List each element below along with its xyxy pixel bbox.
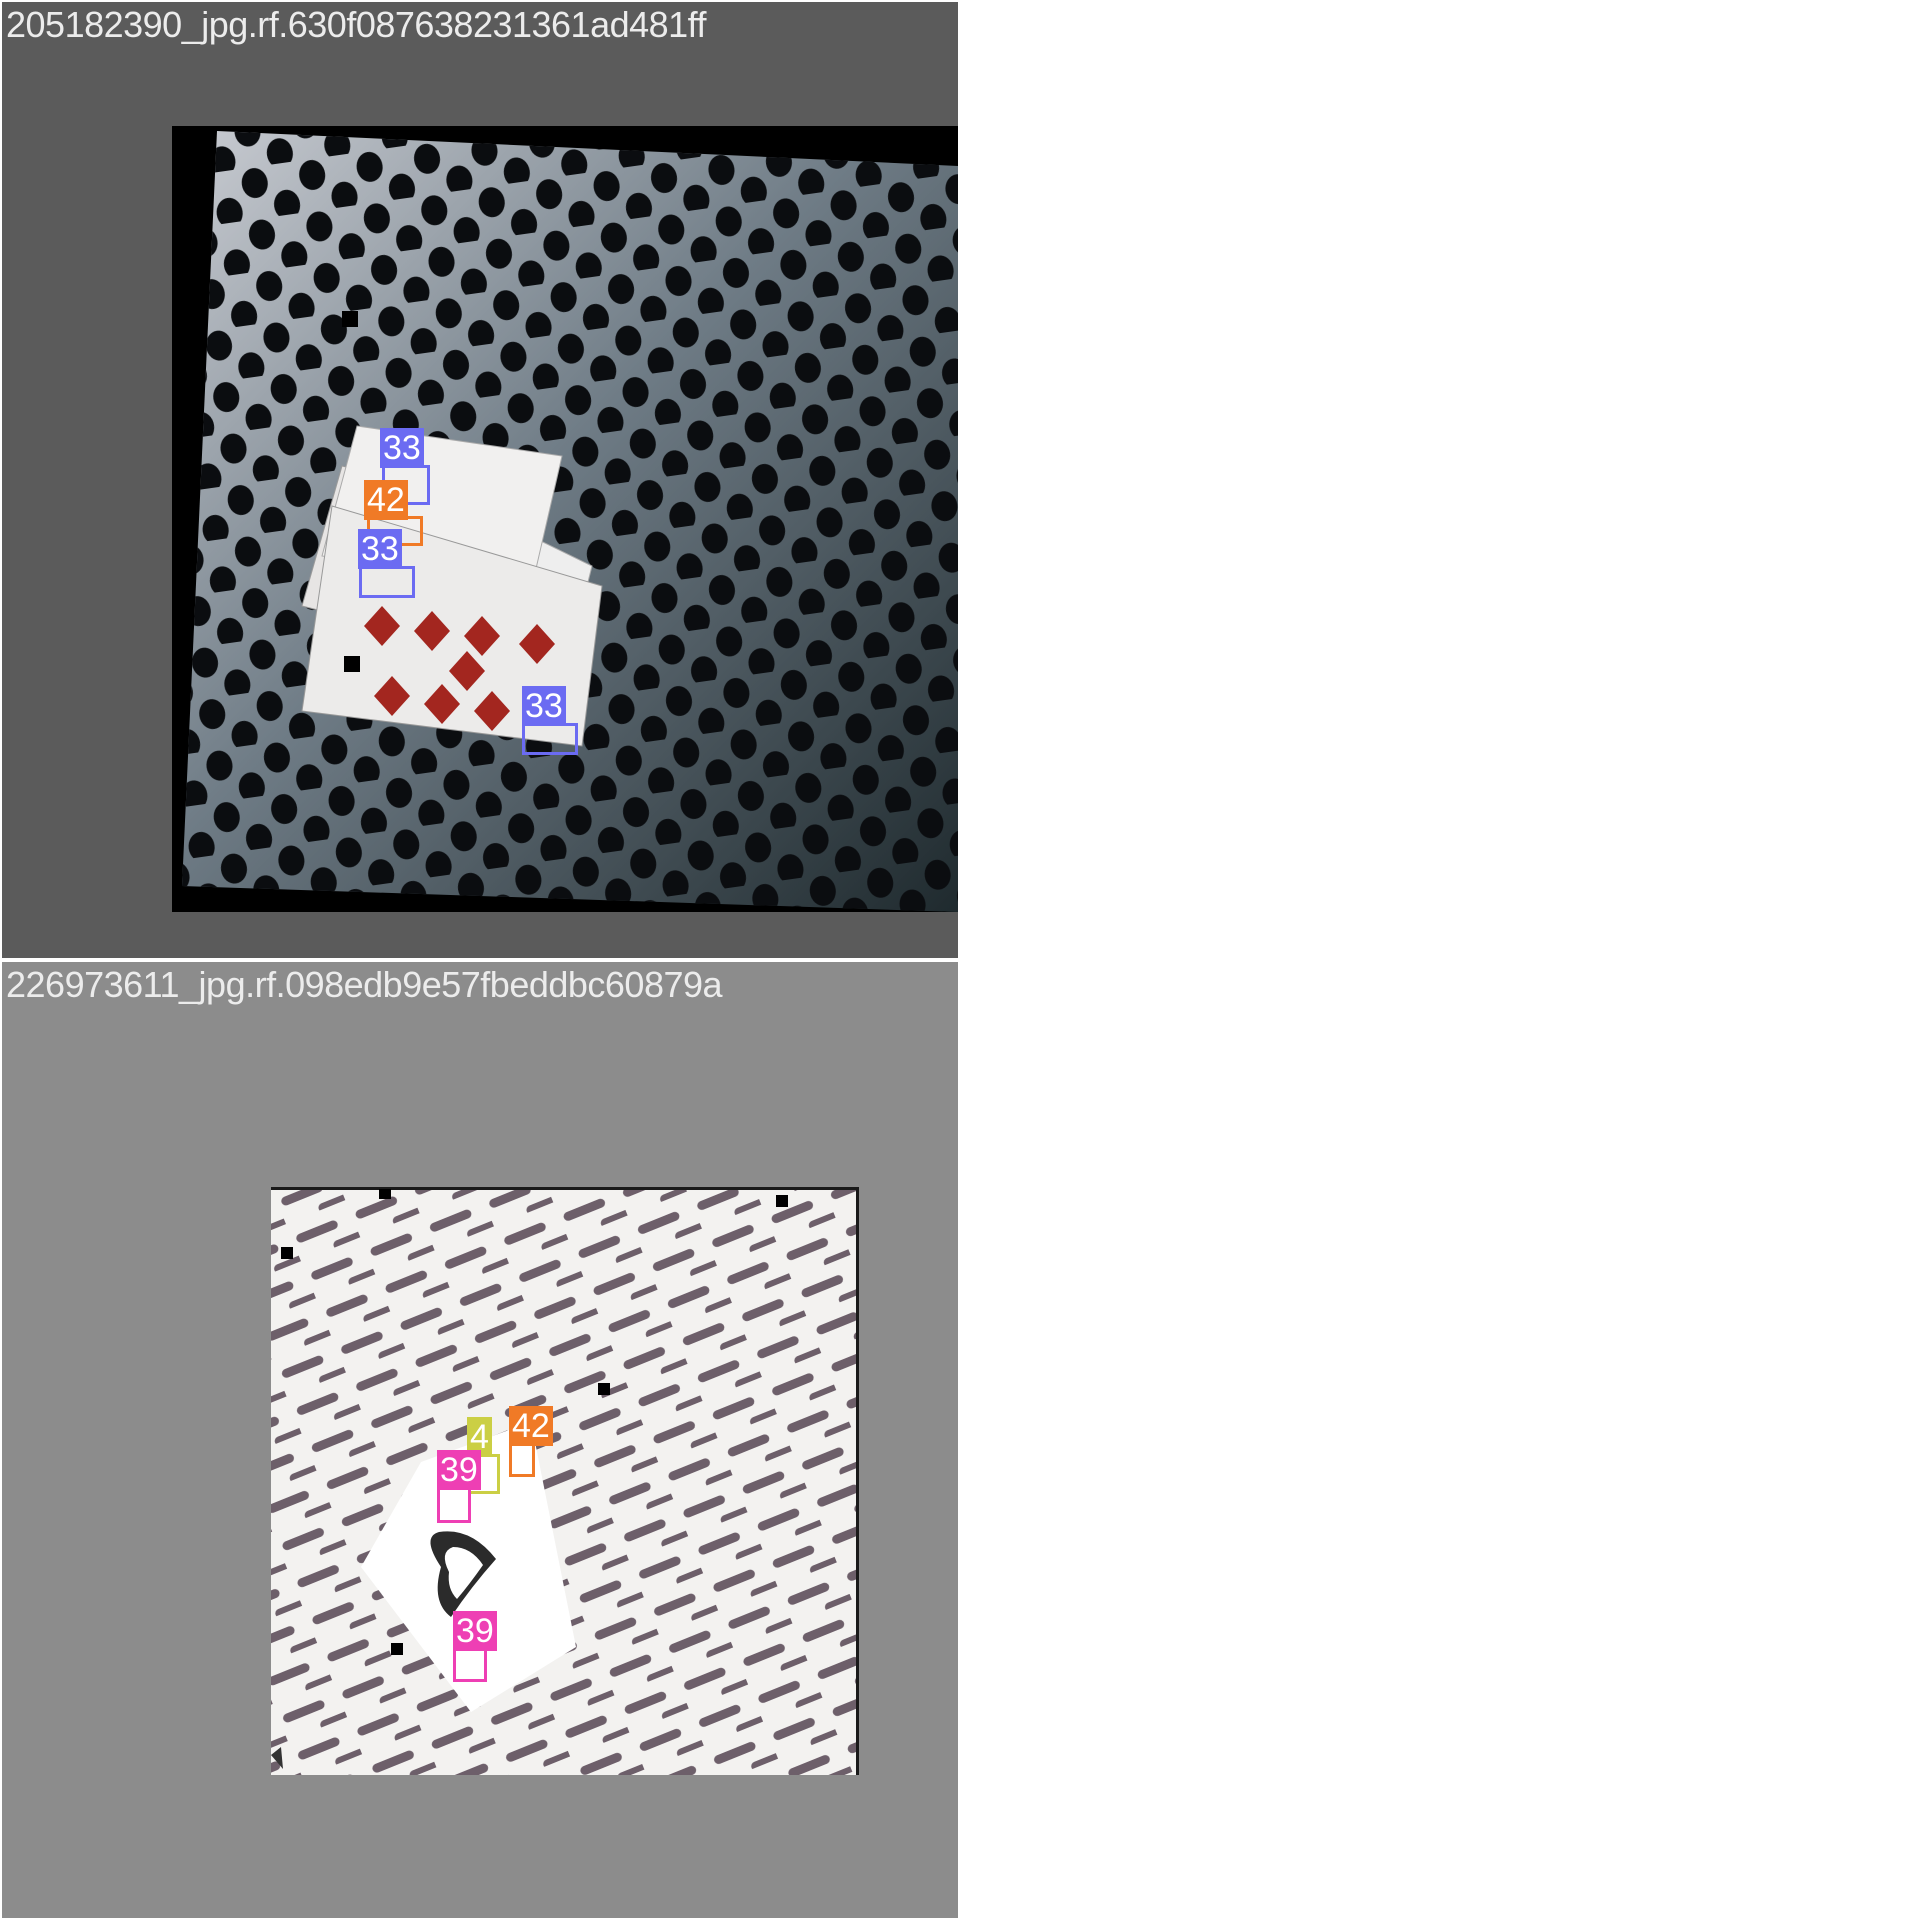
detection-box-39 [453,1648,487,1682]
detection-box-33 [522,723,578,755]
class-label-42: 42 [509,1406,553,1446]
class-label-33: 33 [522,686,566,726]
mosaic-tile-2: 226973611_jpg.rf.098edb9e57fbeddbc60879a [2,962,958,1918]
class-label-33: 33 [358,529,402,569]
training-image: 33 42 33 33 [172,126,958,912]
training-image: 4 42 39 39 [271,1187,859,1775]
detection-box-39 [437,1487,471,1523]
detection-box-42 [509,1443,535,1477]
image-filename: 226973611_jpg.rf.098edb9e57fbeddbc60879a [6,964,723,1005]
perforated-metal-with-cards-photo [172,126,958,912]
class-label-42: 42 [364,480,408,520]
mosaic-tile-1: 205182390_jpg.rf.630f087638231361ad481ff [2,2,958,958]
class-label-39: 39 [437,1450,481,1490]
slotted-surface-with-ace-card-photo [271,1187,859,1775]
detection-box-33 [359,566,415,598]
class-label-39: 39 [453,1611,497,1651]
class-label-33: 33 [380,428,424,468]
image-filename: 205182390_jpg.rf.630f087638231361ad481ff [6,4,707,45]
